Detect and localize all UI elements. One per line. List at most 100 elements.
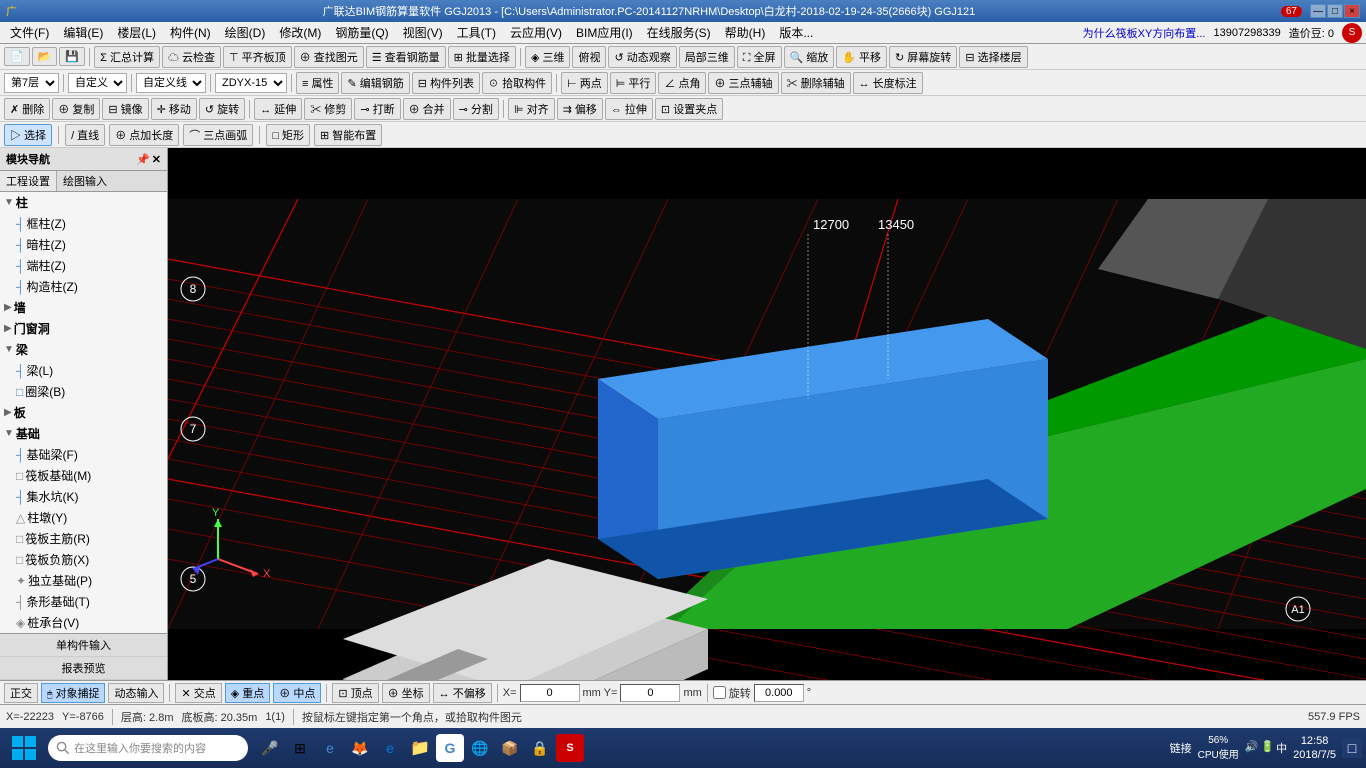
btn-select[interactable]: ▷ 选择 [4,124,52,146]
rotate-input[interactable] [754,684,804,702]
btn-snap[interactable]: 🖱 对象捕捉 [41,683,105,703]
btn-view-rebar[interactable]: ☰ 查看钢筋量 [366,46,446,68]
tree-item-beam[interactable]: ▼梁 [0,339,167,360]
tree-item-foundation[interactable]: ▼基础 [0,423,167,444]
btn-stretch[interactable]: ⇔ 拉伸 [605,98,653,120]
btn-move[interactable]: ✛ 移动 [151,98,197,120]
btn-copy[interactable]: ⊕ 复制 [52,98,100,120]
btn-trim[interactable]: ✂ 修剪 [304,98,352,120]
btn-align-top[interactable]: ⊤ 平齐板顶 [223,46,292,68]
taskbar-icon-firefox[interactable]: 🦊 [346,734,374,762]
btn-two-points[interactable]: ⊢ 两点 [561,72,608,94]
btn-pan[interactable]: ✋ 平移 [836,46,887,68]
taskbar-icon-app2[interactable]: 🌐 [466,734,494,762]
btn-rotate[interactable]: ↺ 旋转 [199,98,245,120]
menu-tools[interactable]: 工具(T) [451,22,502,43]
tree-item-raft[interactable]: □筏板基础(M) [0,465,167,486]
tree-item-raft-neg[interactable]: □筏板负筋(X) [0,549,167,570]
btn-grip[interactable]: ⊡ 设置夹点 [655,98,723,120]
tree-item-column[interactable]: ▼柱 [0,192,167,213]
tree-item-end-col[interactable]: ┤端柱(Z) [0,255,167,276]
menu-cloud[interactable]: 云应用(V) [504,22,568,43]
btn-coord[interactable]: ⊕ 坐标 [382,683,430,703]
btn-new[interactable]: 📄 [4,47,30,66]
btn-top-view[interactable]: 俯视 [572,46,606,68]
tree-item-raft-main[interactable]: □筏板主筋(R) [0,528,167,549]
tree-item-beam-l[interactable]: ┤梁(L) [0,360,167,381]
btn-properties[interactable]: ≡ 属性 [296,72,339,94]
btn-point-length[interactable]: ⊕ 点加长度 [109,124,179,146]
btn-no-offset[interactable]: ↔ 不偏移 [433,683,492,703]
btn-center[interactable]: ⊕ 中点 [273,683,321,703]
close-button[interactable]: × [1344,4,1360,18]
btn-break[interactable]: ⊸ 打断 [354,98,400,120]
menu-view[interactable]: 视图(V) [397,22,449,43]
btn-save[interactable]: 💾 [59,47,85,66]
menu-modify[interactable]: 修改(M) [273,22,327,43]
tree-item-sump[interactable]: ┤集水坑(K) [0,486,167,507]
tree-item-isolated[interactable]: ✦独立基础(P) [0,570,167,591]
btn-edit-rebar[interactable]: ✎ 编辑钢筋 [341,72,409,94]
maximize-button[interactable]: □ [1327,4,1343,18]
axis-select[interactable]: ZDYX-15 [215,73,287,93]
btn-mirror[interactable]: ⊟ 镜像 [102,98,148,120]
btn-cloud-check[interactable]: ☁ 云检查 [162,46,221,68]
menu-rebar[interactable]: 钢筋量(Q) [329,22,394,43]
taskbar-icon-ie[interactable]: e [316,734,344,762]
floor-type-select[interactable]: 自定义 [68,73,127,93]
menu-edit[interactable]: 编辑(E) [57,22,109,43]
btn-calc[interactable]: Σ 汇总计算 [94,46,160,68]
taskbar-icon-app3[interactable]: 📦 [496,734,524,762]
btn-three-arc[interactable]: ⌒ 三点画弧 [183,124,253,146]
btn-dynamic-input[interactable]: 动态输入 [108,683,164,703]
btn-split[interactable]: ⊸ 分割 [453,98,499,120]
btn-rect[interactable]: □ 矩形 [266,124,310,146]
taskbar-icon-app4[interactable]: 🔒 [526,734,554,762]
rotate-checkbox[interactable] [713,686,726,699]
taskbar-icon-file[interactable]: 📁 [406,734,434,762]
menu-version[interactable]: 版本... [773,22,819,43]
btn-open[interactable]: 📂 [32,47,58,66]
btn-screen-rotate[interactable]: ↻ 屏幕旋转 [889,46,957,68]
taskbar-icon-g[interactable]: G [436,734,464,762]
taskbar-icon-mic[interactable]: 🎤 [256,734,284,762]
tree-item-struct-col[interactable]: ┤构造柱(Z) [0,276,167,297]
tab-draw-input[interactable]: 绘图输入 [57,171,113,191]
nav-pin[interactable]: 📌 [136,153,150,166]
btn-align[interactable]: ⊫ 对齐 [508,98,555,120]
tree-item-col-cap[interactable]: △柱墩(Y) [0,507,167,528]
btn-smart-place[interactable]: ⊞ 智能布置 [314,124,382,146]
btn-parallel[interactable]: ⊨ 平行 [610,72,657,94]
menu-floor[interactable]: 楼层(L) [111,22,162,43]
tree-item-opening[interactable]: ▶门窗洞 [0,318,167,339]
btn-pick[interactable]: ☉ 拾取构件 [482,72,552,94]
minimize-button[interactable]: — [1310,4,1326,18]
btn-intersection[interactable]: ✕ 交点 [175,683,221,703]
btn-3d[interactable]: ◈ 三维 [525,46,571,68]
menu-file[interactable]: 文件(F) [4,22,55,43]
menu-draw[interactable]: 绘图(D) [219,22,272,43]
tree-item-found-beam[interactable]: ┤基础梁(F) [0,444,167,465]
taskbar-search[interactable]: 在这里输入你要搜索的内容 [48,735,248,761]
btn-offset[interactable]: ⇉ 偏移 [557,98,603,120]
tab-project[interactable]: 工程设置 [0,171,57,191]
btn-report[interactable]: 报表预览 [0,657,167,680]
tree-item-wall[interactable]: ▶墙 [0,297,167,318]
btn-dim[interactable]: ↔ 长度标注 [853,72,923,94]
btn-del-axis[interactable]: ✂ 删除辅轴 [781,72,851,94]
btn-local-3d[interactable]: 局部三维 [679,46,735,68]
x-input[interactable] [520,684,580,702]
tree-item-frame-col[interactable]: ┤框柱(Z) [0,213,167,234]
btn-batch[interactable]: ⊞ 批量选择 [448,46,516,68]
btn-delete[interactable]: ✗ 删除 [4,98,50,120]
notification[interactable]: □ [1342,738,1362,758]
y-input[interactable] [620,684,680,702]
menu-help[interactable]: 帮助(H) [719,22,772,43]
tree-item-pile-cap[interactable]: ◈桩承台(V) [0,612,167,633]
tree-item-slab[interactable]: ▶板 [0,402,167,423]
tree-item-dark-col[interactable]: ┤暗柱(Z) [0,234,167,255]
btn-dynamic[interactable]: ↺ 动态观察 [608,46,676,68]
btn-line[interactable]: / 直线 [65,124,105,146]
taskbar-icon-edge[interactable]: e [376,734,404,762]
btn-member-list[interactable]: ⊟ 构件列表 [412,72,480,94]
